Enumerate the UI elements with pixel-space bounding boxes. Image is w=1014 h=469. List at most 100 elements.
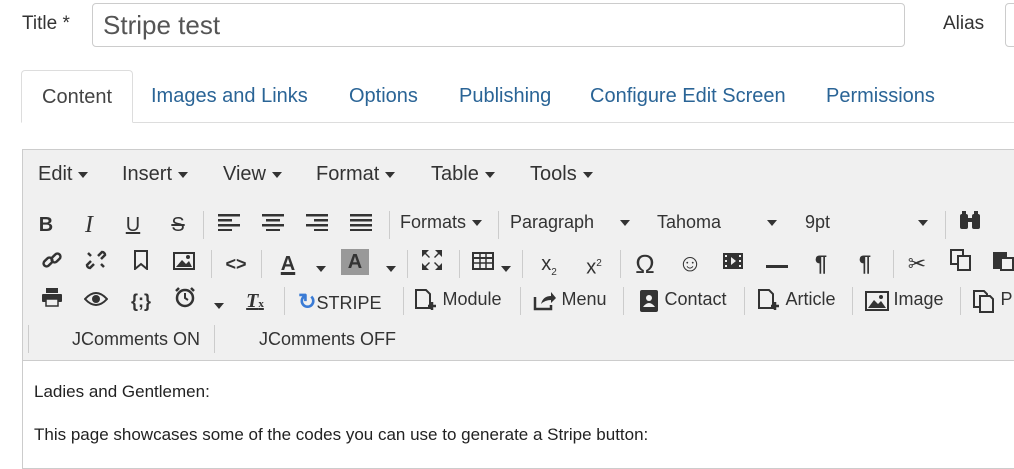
chevron-down-icon xyxy=(484,171,495,178)
chevron-down-icon[interactable] xyxy=(386,260,396,278)
chevron-down-icon xyxy=(272,171,282,178)
subscript-icon[interactable]: x2 xyxy=(534,249,564,279)
jcomments-on-button[interactable]: JComments ON xyxy=(72,329,200,350)
toolbar-separator xyxy=(211,250,212,278)
align-justify-icon[interactable] xyxy=(346,210,376,240)
tab-publishing[interactable]: Publishing xyxy=(439,70,571,122)
chevron-down-icon[interactable] xyxy=(316,260,326,278)
chevron-down-icon xyxy=(620,220,631,227)
content-paragraph[interactable]: Ladies and Gentlemen: xyxy=(34,382,210,402)
tab-permissions[interactable]: Permissions xyxy=(806,70,955,122)
copy-icon xyxy=(973,290,994,313)
tab-options[interactable]: Options xyxy=(329,70,438,122)
toolbar-separator xyxy=(960,287,961,315)
toolbar-separator xyxy=(945,211,946,239)
chevron-down-icon xyxy=(582,171,593,178)
menu-insert[interactable]: Insert xyxy=(122,163,189,186)
paste-icon[interactable] xyxy=(988,249,1014,279)
menu-table[interactable]: Table xyxy=(431,163,495,186)
unlink-icon[interactable] xyxy=(81,249,111,279)
tab-content[interactable]: Content xyxy=(21,70,134,123)
file-plus-icon xyxy=(758,289,779,310)
toolbar-separator xyxy=(407,250,408,278)
chevron-down-icon[interactable] xyxy=(501,260,511,278)
article-button[interactable]: Article xyxy=(757,288,835,314)
image-icon[interactable] xyxy=(169,249,199,279)
page-break-button[interactable]: P xyxy=(972,289,1012,313)
italic-icon[interactable]: I xyxy=(74,210,104,240)
chevron-down-icon xyxy=(767,220,778,227)
jcomments-off-button[interactable]: JComments OFF xyxy=(259,329,396,350)
find-replace-icon[interactable] xyxy=(955,210,985,240)
link-icon[interactable] xyxy=(37,249,67,279)
font-size-dropdown[interactable]: 9pt xyxy=(805,212,929,233)
align-right-icon[interactable] xyxy=(302,210,332,240)
title-label: Title * xyxy=(22,13,70,34)
bookmark-icon[interactable] xyxy=(126,249,156,279)
file-plus-icon xyxy=(415,289,436,310)
chevron-down-icon xyxy=(918,220,929,227)
tabs-divider xyxy=(21,122,1014,123)
image-button[interactable]: Image xyxy=(865,289,943,311)
bold-icon[interactable]: B xyxy=(31,210,61,240)
chevron-down-icon[interactable] xyxy=(214,297,224,315)
menu-format[interactable]: Format xyxy=(316,163,396,186)
emoticons-icon[interactable]: ☺ xyxy=(675,249,705,279)
content-paragraph[interactable]: This page showcases some of the codes yo… xyxy=(34,425,648,445)
alias-input[interactable] xyxy=(1005,3,1014,47)
module-button[interactable]: Module xyxy=(414,288,502,314)
align-center-icon[interactable] xyxy=(258,210,288,240)
toolbar-separator xyxy=(893,250,894,278)
menu-button[interactable]: Menu xyxy=(533,289,606,311)
toolbar-separator xyxy=(214,325,215,353)
menu-tools[interactable]: Tools xyxy=(530,163,593,186)
contact-button[interactable]: Contact xyxy=(638,289,727,313)
preview-icon[interactable] xyxy=(81,286,111,316)
special-character-icon[interactable]: Ω xyxy=(630,249,660,279)
text-color-icon[interactable]: A xyxy=(273,249,303,279)
code-sample-icon[interactable]: {;} xyxy=(126,286,156,316)
strikethrough-icon[interactable]: S xyxy=(163,210,193,240)
media-icon[interactable] xyxy=(718,249,748,279)
chevron-down-icon xyxy=(472,220,483,227)
copy-icon[interactable] xyxy=(946,249,976,279)
menu-edit[interactable]: Edit xyxy=(38,163,89,186)
cut-icon[interactable]: ✂ xyxy=(902,249,932,279)
source-code-icon[interactable]: <> xyxy=(221,249,251,279)
ltr-icon[interactable]: ¶ xyxy=(806,249,836,279)
toolbar-separator xyxy=(403,287,404,315)
rtl-icon[interactable]: ¶ xyxy=(850,249,880,279)
tab-images-and-links[interactable]: Images and Links xyxy=(131,70,328,122)
clear-formatting-icon[interactable]: Tx xyxy=(240,286,270,316)
toolbar-separator xyxy=(623,287,624,315)
toolbar-separator xyxy=(852,287,853,315)
print-icon[interactable] xyxy=(37,286,67,316)
paragraph-dropdown[interactable]: Paragraph xyxy=(510,212,631,233)
image-icon xyxy=(865,290,889,311)
underline-icon[interactable]: U xyxy=(118,210,148,240)
chevron-down-icon xyxy=(385,171,396,178)
toolbar-separator xyxy=(28,325,29,353)
horizontal-rule-icon[interactable] xyxy=(762,249,792,279)
menu-view[interactable]: View xyxy=(223,163,282,186)
align-left-icon[interactable] xyxy=(214,210,244,240)
toolbar-separator xyxy=(284,287,285,315)
share-icon xyxy=(533,291,556,311)
superscript-icon[interactable]: x2 xyxy=(579,249,609,279)
toolbar-separator xyxy=(522,250,523,278)
chevron-down-icon xyxy=(178,171,189,178)
fullscreen-icon[interactable] xyxy=(417,249,447,279)
toolbar-separator xyxy=(520,287,521,315)
toolbar-separator xyxy=(203,211,204,239)
alarm-clock-icon[interactable] xyxy=(170,286,200,316)
formats-dropdown[interactable]: Formats xyxy=(400,212,483,233)
font-family-dropdown[interactable]: Tahoma xyxy=(657,212,778,233)
chevron-down-icon xyxy=(78,171,89,178)
toolbar-separator xyxy=(620,250,621,278)
stripe-button[interactable]: ↻STRIPE xyxy=(298,289,381,315)
alias-label: Alias xyxy=(943,13,985,34)
tab-configure-edit-screen[interactable]: Configure Edit Screen xyxy=(570,70,806,122)
background-color-icon[interactable]: A xyxy=(341,249,369,275)
title-input[interactable]: Stripe test xyxy=(92,3,905,47)
table-icon[interactable] xyxy=(468,249,498,279)
